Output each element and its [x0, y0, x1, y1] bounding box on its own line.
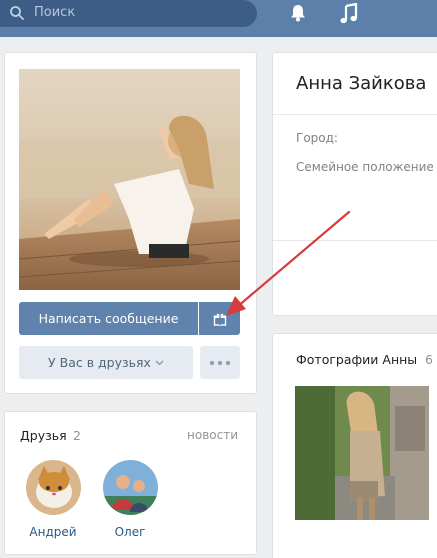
more-actions-button[interactable] [200, 346, 240, 379]
friends-count: 2 [73, 428, 81, 443]
more-icon [210, 360, 230, 365]
friends-news-link[interactable]: новости [187, 428, 238, 442]
friend-name[interactable]: Олег [95, 525, 165, 539]
photo-thumbnail[interactable] [295, 386, 429, 520]
divider [273, 114, 437, 115]
gift-icon [213, 313, 226, 326]
friend-avatar[interactable] [26, 460, 81, 515]
top-header: Поиск [0, 0, 437, 37]
bell-icon[interactable] [288, 3, 308, 23]
info-label-city: Город: [296, 131, 338, 145]
friend-name[interactable]: Андрей [18, 525, 88, 539]
friend-status-dropdown[interactable]: У Вас в друзьях [19, 346, 193, 379]
chevron-down-icon [155, 360, 164, 365]
profile-name: Анна Зайкова [296, 73, 427, 94]
friends-title[interactable]: Друзья [20, 428, 67, 443]
divider [273, 240, 437, 241]
friend-avatar[interactable] [103, 460, 158, 515]
photos-title[interactable]: Фотографии Анны [296, 352, 417, 367]
search-placeholder: Поиск [34, 5, 76, 20]
info-label-relationship: Семейное положение [296, 160, 434, 174]
profile-photo[interactable] [19, 69, 240, 290]
search-icon [10, 6, 24, 20]
photos-count: 6 [425, 352, 433, 367]
friend-status-label: У Вас в друзьях [48, 355, 151, 370]
gift-button[interactable] [199, 302, 240, 335]
search-input[interactable]: Поиск [0, 0, 257, 27]
send-message-button[interactable]: Написать сообщение [19, 302, 198, 335]
music-icon[interactable] [339, 3, 359, 25]
